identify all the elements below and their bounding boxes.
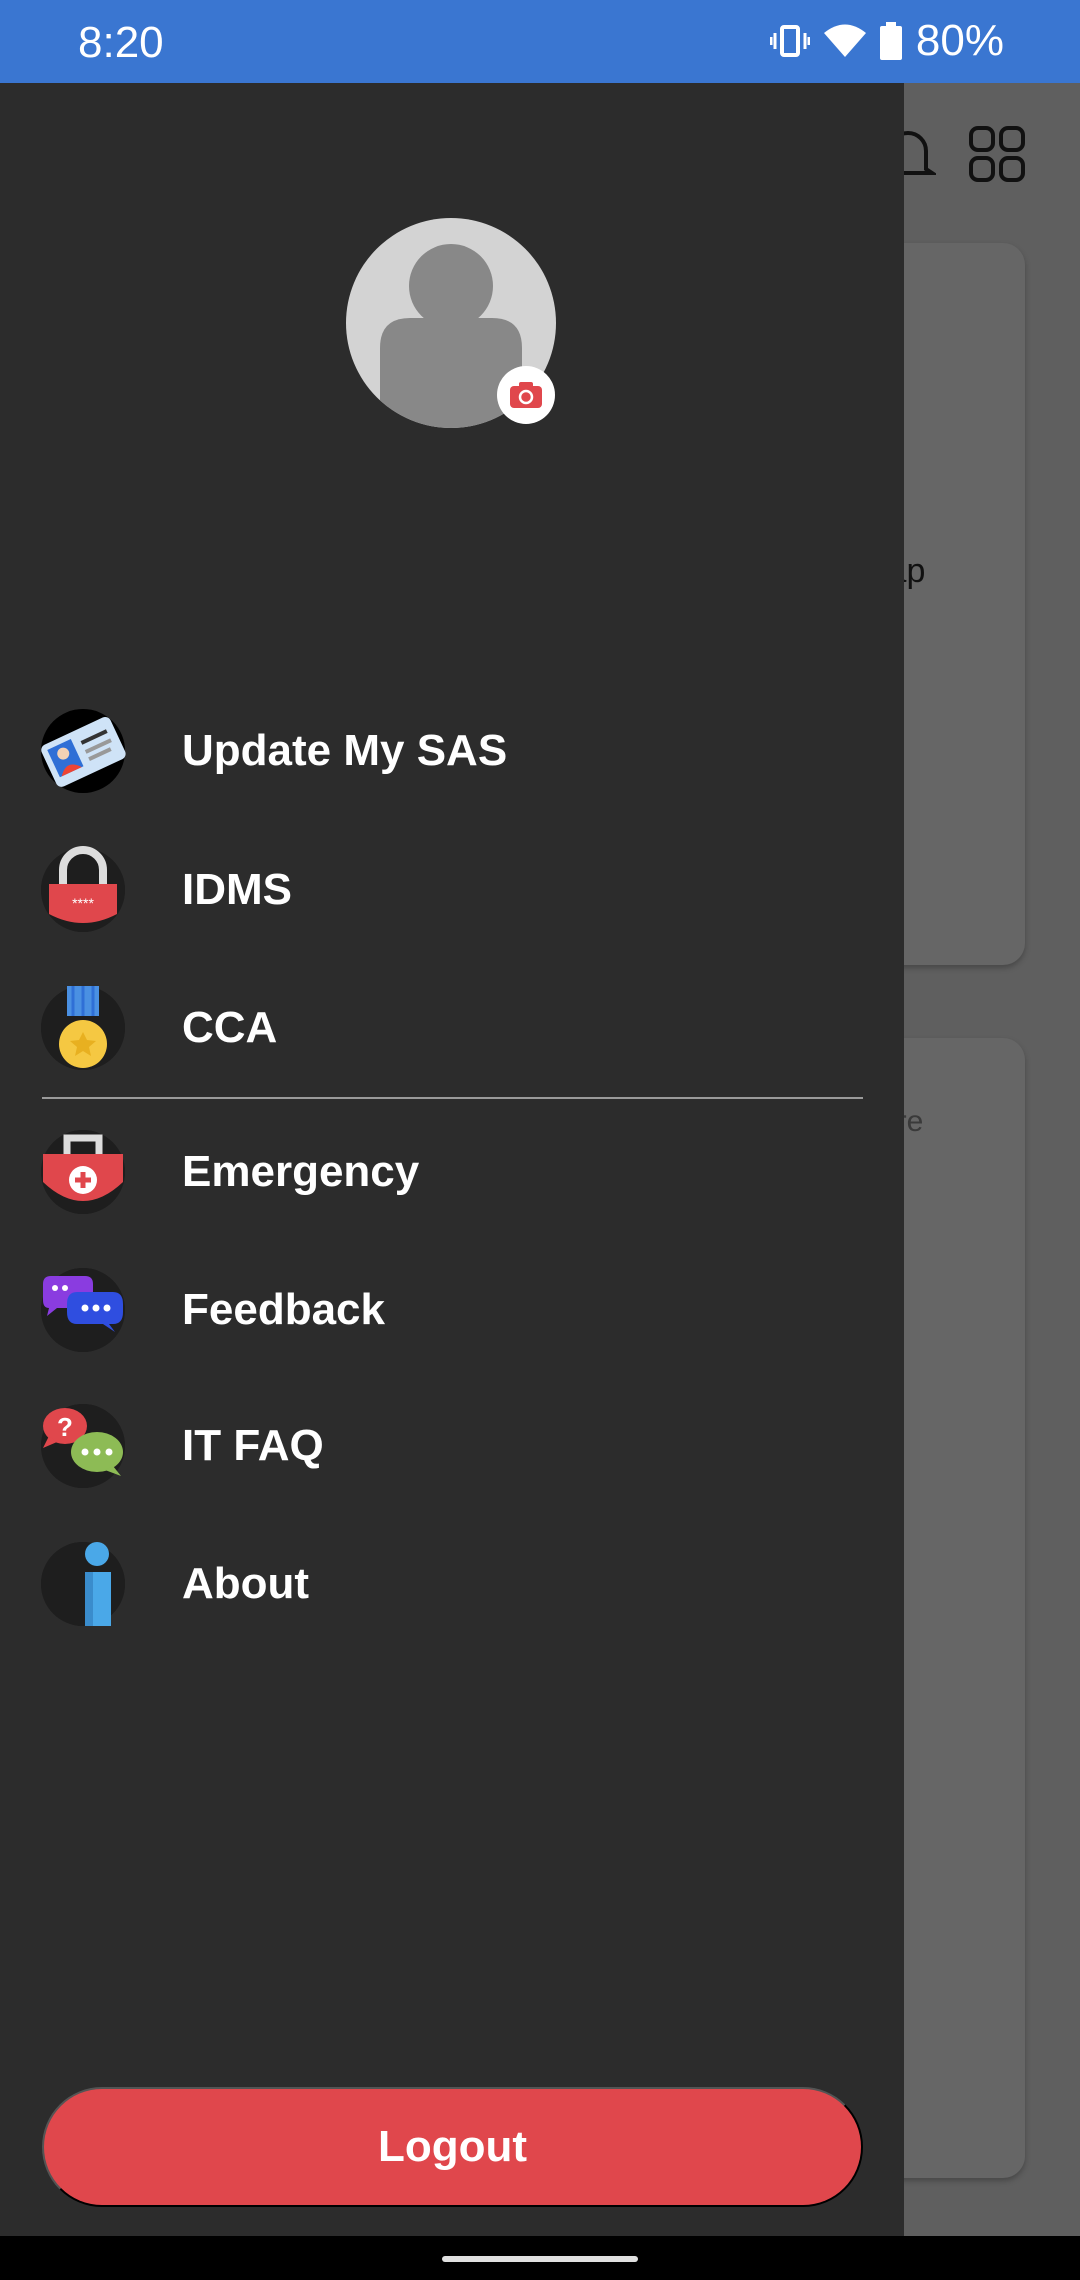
menu-item-idms[interactable]: **** IDMS — [0, 830, 904, 950]
first-aid-icon — [41, 1130, 125, 1214]
menu-item-cca[interactable]: CCA — [0, 968, 904, 1088]
status-bar: 8:20 80% — [0, 0, 1080, 83]
menu-item-label: About — [182, 1559, 310, 1608]
wifi-icon — [823, 24, 866, 57]
padlock-icon: **** — [41, 846, 125, 932]
chat-bubbles-icon — [41, 1268, 125, 1352]
system-navigation-bar — [0, 2236, 1080, 2280]
camera-icon — [510, 382, 542, 408]
grid-icon[interactable] — [968, 125, 1026, 183]
medal-icon — [41, 986, 125, 1070]
id-card-icon — [41, 709, 126, 793]
menu-item-update-my-sas[interactable]: Update My SAS — [0, 691, 904, 811]
menu-item-label: CCA — [182, 1003, 278, 1052]
menu-item-label: IT FAQ — [182, 1421, 324, 1470]
status-time: 8:20 — [78, 18, 164, 67]
menu-item-label: Emergency — [182, 1147, 420, 1196]
menu-item-about[interactable]: About — [0, 1524, 904, 1644]
faq-bubbles-icon: ? — [41, 1404, 125, 1488]
svg-text:?: ? — [57, 1412, 73, 1442]
info-icon — [41, 1542, 125, 1626]
menu-item-feedback[interactable]: Feedback — [0, 1250, 904, 1370]
menu-divider — [42, 1097, 863, 1099]
battery-percent: 80% — [915, 16, 1004, 65]
home-gesture-handle[interactable] — [442, 2256, 638, 2262]
menu-item-emergency[interactable]: Emergency — [0, 1112, 904, 1232]
menu-item-label: IDMS — [182, 865, 292, 914]
menu-item-it-faq[interactable]: ? IT FAQ — [0, 1386, 904, 1506]
camera-button[interactable] — [497, 366, 555, 424]
battery-icon — [879, 22, 902, 60]
menu-item-label: Update My SAS — [182, 726, 508, 775]
menu-item-label: Feedback — [182, 1285, 385, 1334]
vibrate-icon — [769, 25, 810, 57]
svg-text:****: **** — [72, 895, 94, 911]
logout-button[interactable]: Logout — [42, 2087, 863, 2207]
navigation-drawer: Update My SAS **** IDMS CCA Emergency Fe… — [0, 83, 904, 2236]
